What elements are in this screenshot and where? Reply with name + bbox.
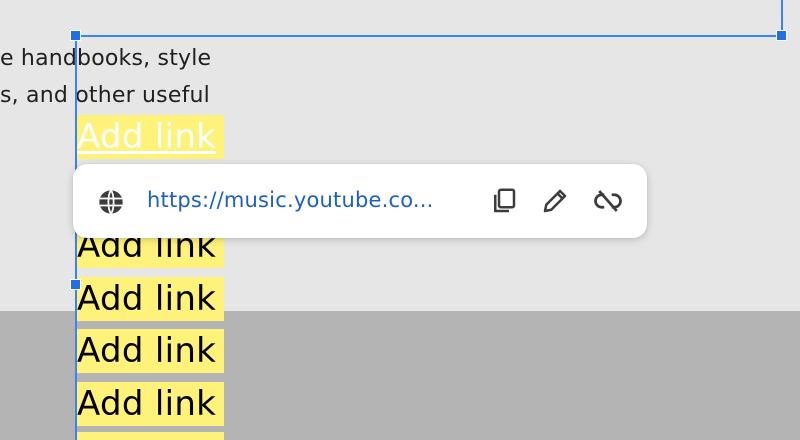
resize-handle-top-right[interactable]: [776, 30, 787, 41]
globe-icon: [99, 189, 123, 215]
add-link-item[interactable]: Add link: [76, 277, 224, 321]
edit-icon[interactable]: [540, 186, 570, 216]
add-link-item[interactable]: Add link: [76, 115, 224, 159]
selection-border-top: [75, 35, 785, 37]
resize-handle-left[interactable]: [70, 279, 81, 290]
unlink-icon[interactable]: [593, 186, 623, 216]
copy-icon[interactable]: [489, 186, 519, 216]
selection-border-right: [781, 0, 783, 30]
link-url[interactable]: https://music.youtube.co...: [147, 188, 434, 212]
add-link-item[interactable]: Add link: [76, 329, 224, 373]
resize-handle-top-left[interactable]: [70, 30, 81, 41]
body-text-line: s, and other useful: [0, 83, 210, 108]
add-link-item[interactable]: Add link: [76, 382, 224, 426]
body-text-line: e handbooks, style: [0, 46, 212, 71]
selection-border-left: [75, 35, 77, 440]
link-popup: https://music.youtube.co...: [73, 164, 647, 238]
add-link-item-partial: [76, 432, 224, 440]
